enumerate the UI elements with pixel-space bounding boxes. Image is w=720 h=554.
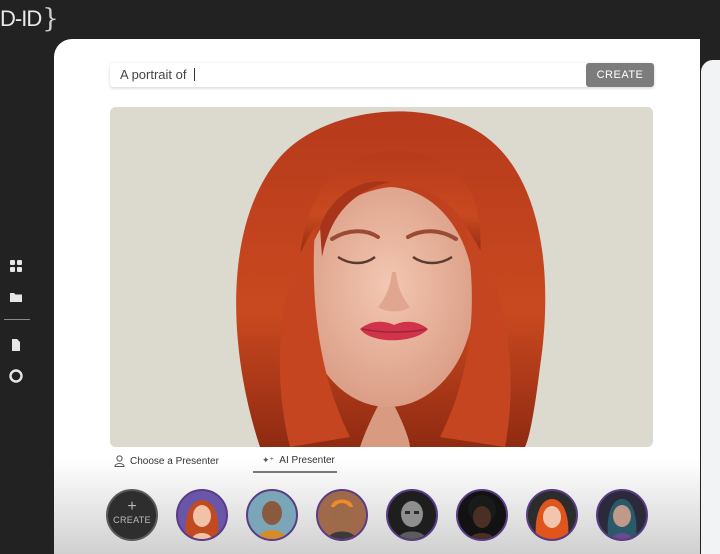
sidebar (0, 38, 54, 554)
plus-icon: + (127, 498, 137, 515)
presenter-avatar[interactable] (596, 489, 648, 541)
presenter-avatar[interactable] (316, 489, 368, 541)
grid-icon[interactable] (9, 259, 23, 273)
generated-portrait (110, 107, 653, 447)
sparkle-icon: ✦⁺ (262, 455, 275, 465)
active-tab-indicator (253, 471, 337, 473)
tab-label: Choose a Presenter (130, 455, 219, 467)
right-panel (701, 60, 720, 554)
presenter-carousel: + CREATE (106, 489, 666, 541)
presenter-avatar[interactable] (386, 489, 438, 541)
logo-text: D-ID (0, 6, 42, 31)
tab-choose-presenter[interactable]: Choose a Presenter (114, 455, 219, 467)
folder-icon[interactable] (9, 290, 23, 304)
prompt-value: A portrait of (120, 67, 187, 82)
create-button[interactable]: CREATE (586, 63, 654, 87)
avatar-image (398, 501, 426, 539)
logo[interactable]: D-ID } (0, 0, 59, 38)
presenter-avatar[interactable] (176, 489, 228, 541)
avatar-image (185, 500, 219, 539)
avatar-image (535, 499, 569, 539)
document-icon[interactable] (9, 338, 23, 352)
main-panel: A portrait of CREATE Choose a Presenter … (54, 39, 700, 554)
logo-brace: } (42, 4, 59, 34)
avatar-image (258, 501, 286, 539)
avatar-image (328, 499, 356, 539)
presenter-avatar[interactable] (246, 489, 298, 541)
prompt-input[interactable]: A portrait of (120, 67, 196, 82)
text-caret (194, 68, 196, 81)
tab-ai-presenter[interactable]: ✦⁺ AI Presenter (262, 455, 335, 466)
presenter-avatar[interactable] (456, 489, 508, 541)
create-presenter-label: CREATE (113, 515, 151, 525)
tab-label: AI Presenter (279, 455, 335, 466)
prompt-bar[interactable]: A portrait of CREATE (110, 63, 654, 87)
avatar-image (468, 495, 496, 539)
person-icon (114, 455, 125, 467)
avatar-image (607, 499, 637, 539)
presenter-avatar[interactable] (526, 489, 578, 541)
sidebar-divider (4, 319, 30, 320)
portrait-image (110, 107, 653, 447)
presenter-tabs: Choose a Presenter ✦⁺ AI Presenter (110, 453, 654, 475)
create-presenter-button[interactable]: + CREATE (106, 489, 158, 541)
lifebuoy-icon[interactable] (9, 369, 23, 383)
